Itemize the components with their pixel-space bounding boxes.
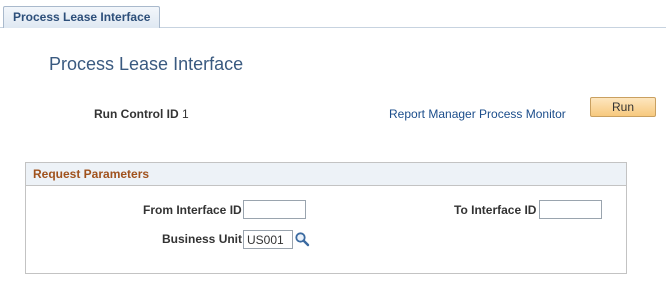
request-parameters-header: Request Parameters: [26, 163, 626, 186]
to-interface-id-input[interactable]: [539, 200, 602, 219]
from-interface-id-input[interactable]: [243, 200, 306, 219]
from-interface-id-label: From Interface ID: [143, 203, 242, 217]
business-unit-input[interactable]: [243, 230, 293, 249]
to-interface-id-label: To Interface ID: [454, 203, 537, 217]
request-parameters-group: Request Parameters: [25, 162, 627, 274]
run-control-id-label: Run Control ID: [94, 107, 179, 121]
tab-bar: Process Lease Interface: [0, 0, 666, 31]
report-manager-process-monitor-link[interactable]: Report Manager Process Monitor: [389, 107, 566, 121]
tab-process-lease-interface[interactable]: Process Lease Interface: [3, 6, 161, 28]
magnifier-icon[interactable]: [294, 231, 310, 247]
business-unit-label: Business Unit: [162, 232, 243, 246]
run-button[interactable]: Run: [590, 97, 656, 117]
page-title: Process Lease Interface: [49, 54, 244, 74]
run-control-id-value: 1: [182, 107, 189, 121]
